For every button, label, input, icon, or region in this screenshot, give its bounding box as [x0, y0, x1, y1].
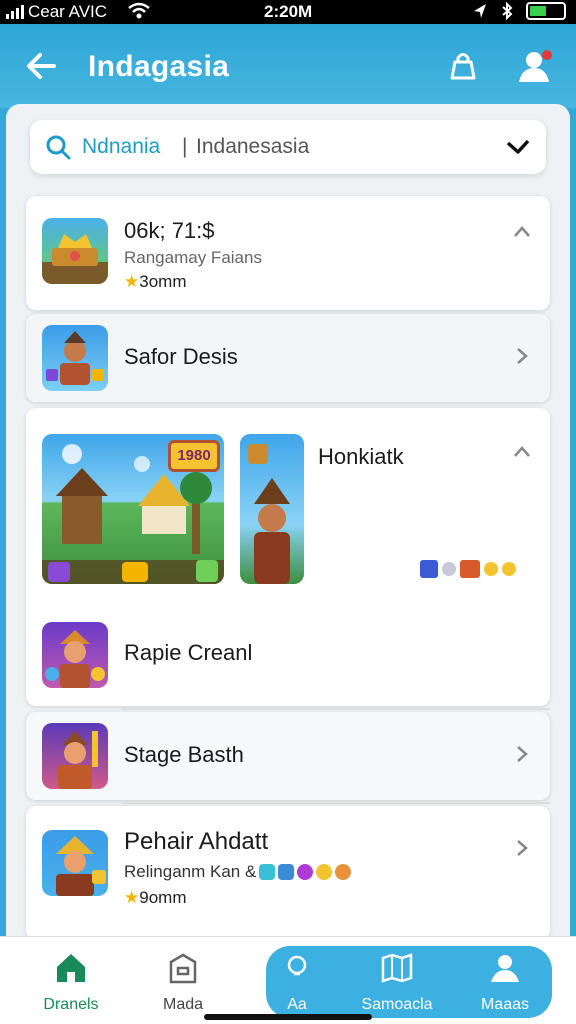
app-bar: Indagasia	[0, 24, 576, 108]
nav-item-maaas[interactable]: Maaas	[460, 936, 550, 1024]
map-icon	[381, 953, 413, 983]
profile-button[interactable]	[514, 46, 554, 86]
nav-item-aa[interactable]: Aa	[252, 936, 342, 1024]
wifi-icon	[128, 2, 150, 25]
rating-value: 9omm	[139, 888, 187, 907]
nav-item-mada[interactable]: Mada	[138, 936, 228, 1024]
search-icon	[46, 135, 71, 160]
search-divider: |	[182, 135, 188, 158]
battery-icon	[526, 2, 566, 20]
fire-icon	[335, 864, 352, 880]
game-card[interactable]: Stage Basth	[26, 712, 550, 800]
carrier-label: Cear AVIC	[28, 2, 108, 21]
game-icon	[42, 218, 108, 284]
bulb-icon	[287, 955, 307, 976]
divider	[122, 802, 550, 804]
chevron-right-icon[interactable]	[512, 838, 532, 858]
rating: ★3omm	[124, 272, 186, 292]
game-icon	[42, 325, 108, 391]
chevron-up-icon[interactable]	[512, 222, 532, 242]
bluetooth-icon	[502, 2, 513, 20]
cube-icon	[420, 560, 438, 578]
person-icon	[491, 955, 519, 982]
rating: ★9omm	[124, 888, 186, 908]
row-title: 06k; 71:$	[124, 218, 215, 243]
arrow-left-icon	[27, 53, 56, 79]
game-icon	[42, 723, 108, 789]
status-time: 2:20M	[264, 2, 313, 21]
chevron-up-icon[interactable]	[512, 442, 532, 462]
chevron-right-icon[interactable]	[512, 744, 532, 764]
game-card[interactable]: 06k; 71:$ Rangamay Faians ★3omm	[26, 196, 550, 310]
featured-title: Honkiatk	[318, 444, 404, 469]
star-icon: ★	[124, 888, 140, 907]
game-card[interactable]: Pehair Ahdatt Relinganm Kan & ★9omm	[26, 806, 550, 940]
resource-icons	[420, 560, 516, 578]
nav-label: Mada	[162, 996, 204, 1013]
gem-icon	[259, 864, 276, 880]
signal-icon	[6, 5, 24, 19]
game-icon	[42, 622, 108, 688]
gold-coin-icon	[316, 864, 333, 880]
chest-icon	[460, 560, 480, 578]
bag-button[interactable]	[445, 48, 481, 84]
status-bar: Cear AVIC 2:20M	[0, 0, 576, 24]
game-card[interactable]: Safor Desis	[26, 314, 550, 402]
search-bar[interactable]: Ndnania | Indanesasia	[30, 120, 546, 174]
nav-item-samoacla[interactable]: Samoacla	[352, 936, 442, 1024]
rating-value: 3omm	[139, 272, 187, 291]
nav-label: Dranels	[43, 996, 99, 1013]
divider	[122, 708, 550, 710]
page-title: Indagasia	[88, 50, 230, 83]
nav-item-home[interactable]: Dranels	[26, 936, 116, 1024]
game-icon	[42, 830, 108, 896]
row-title: Rapie Creanl	[124, 640, 253, 665]
star-icon: ★	[124, 272, 140, 291]
row-subtitle: Relinganm Kan &	[124, 862, 352, 882]
gold-coin-icon	[502, 562, 516, 576]
gold-coin-icon	[484, 562, 498, 576]
back-button[interactable]	[24, 48, 60, 84]
heart-icon	[297, 864, 314, 880]
row-title: Pehair Ahdatt	[124, 828, 269, 855]
store-icon	[169, 953, 197, 984]
location-icon	[474, 4, 486, 18]
search-hint: Indanesasia	[196, 135, 310, 158]
home-icon	[57, 954, 85, 982]
home-indicator	[204, 1014, 372, 1020]
row-title: Safor Desis	[124, 344, 238, 369]
coin-icon	[442, 562, 456, 576]
nav-label: Maaas	[480, 996, 530, 1013]
row-title: Stage Basth	[124, 742, 244, 767]
nav-label: Samoacla	[361, 996, 433, 1013]
featured-card[interactable]: 1980 Honkiatk Rapie Creanl	[26, 408, 550, 706]
banner-badge-text: 1980	[177, 447, 211, 464]
bag-icon	[450, 53, 476, 80]
row-subtitle: Rangamay Faians	[124, 248, 262, 267]
notification-badge	[542, 50, 552, 60]
banner-badge: 1980	[168, 440, 220, 472]
chevron-down-icon[interactable]	[506, 137, 530, 157]
banner-image[interactable]: 1980	[42, 434, 224, 584]
row-subtitle-text: Relinganm Kan &	[124, 862, 257, 881]
nav-label: Aa	[287, 996, 307, 1013]
search-input[interactable]: Ndnania	[82, 135, 160, 159]
chevron-right-icon[interactable]	[512, 346, 532, 366]
shield-icon	[278, 864, 295, 880]
hero-image[interactable]	[240, 434, 304, 584]
